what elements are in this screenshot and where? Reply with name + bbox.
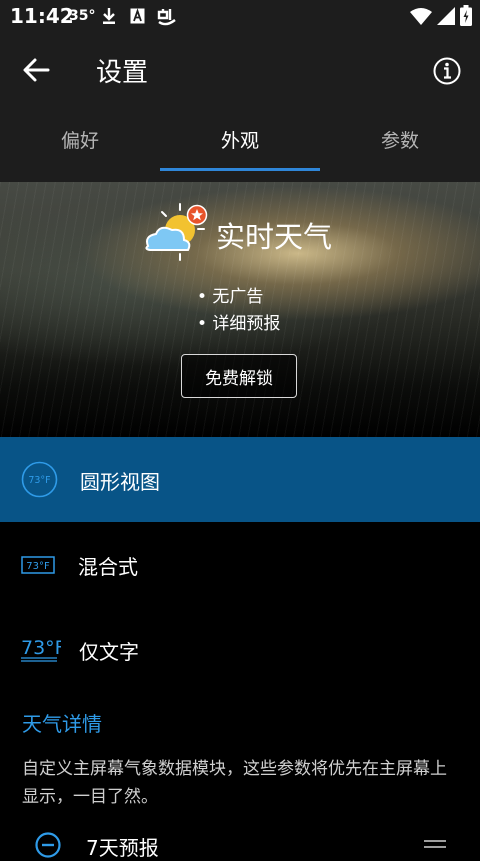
option-label: 圆形视图 <box>80 470 160 494</box>
tab-parameters[interactable]: 参数 <box>320 126 480 153</box>
download-icon <box>103 8 115 24</box>
weather-logo-icon <box>145 203 208 261</box>
tab-preferences[interactable]: 偏好 <box>0 126 160 153</box>
page-title: 设置 <box>96 58 149 88</box>
banner-title: 实时天气 <box>216 220 333 254</box>
list-item: 7天预报 <box>0 820 480 860</box>
status-time: 11:42 <box>10 4 74 28</box>
info-icon[interactable] <box>432 56 462 86</box>
wifi-icon <box>410 8 432 25</box>
status-temperature: 35° <box>69 8 96 24</box>
option-text-only[interactable]: 73°F 仅文字 <box>0 607 480 692</box>
option-label: 混合式 <box>78 555 138 579</box>
circle-temp-icon: 73°F <box>21 461 58 498</box>
promo-banner: 实时天气 • 无广告 • 详细预报 免费解锁 <box>0 182 480 437</box>
section-description: 自定义主屏幕气象数据模块，这些参数将优先在主屏幕上显示，一目了然。 <box>22 759 447 807</box>
a-box-icon <box>130 8 145 24</box>
feature-detailed-forecast: • 详细预报 <box>197 314 281 334</box>
bug-icon <box>157 9 176 26</box>
arrow-back-icon[interactable] <box>18 54 58 86</box>
tab-appearance[interactable]: 外观 <box>160 126 320 153</box>
remove-circle-icon[interactable] <box>35 832 61 858</box>
battery-icon <box>460 5 472 26</box>
status-bar: 11:42 35° <box>0 0 480 34</box>
drag-handle-icon[interactable] <box>424 840 446 850</box>
detail-item-label: 7天预报 <box>86 836 159 860</box>
app-bar: 设置 偏好 外观 参数 <box>0 34 480 182</box>
option-circle-view[interactable]: 73°F 圆形视图 <box>0 437 480 522</box>
unlock-button[interactable]: 免费解锁 <box>181 354 297 398</box>
text-temp-icon: 73°F <box>21 637 61 662</box>
option-hybrid[interactable]: 73°F 混合式 <box>0 522 480 607</box>
signal-icon <box>437 7 455 25</box>
tab-indicator <box>160 168 320 171</box>
svg-text:73°F: 73°F <box>21 637 61 659</box>
feature-no-ads: • 无广告 <box>197 287 264 307</box>
box-temp-icon: 73°F <box>21 556 55 574</box>
svg-text:73°F: 73°F <box>28 475 50 486</box>
section-header-weather-details: 天气详情 <box>22 712 102 736</box>
option-label: 仅文字 <box>79 640 139 664</box>
svg-text:73°F: 73°F <box>26 561 50 572</box>
